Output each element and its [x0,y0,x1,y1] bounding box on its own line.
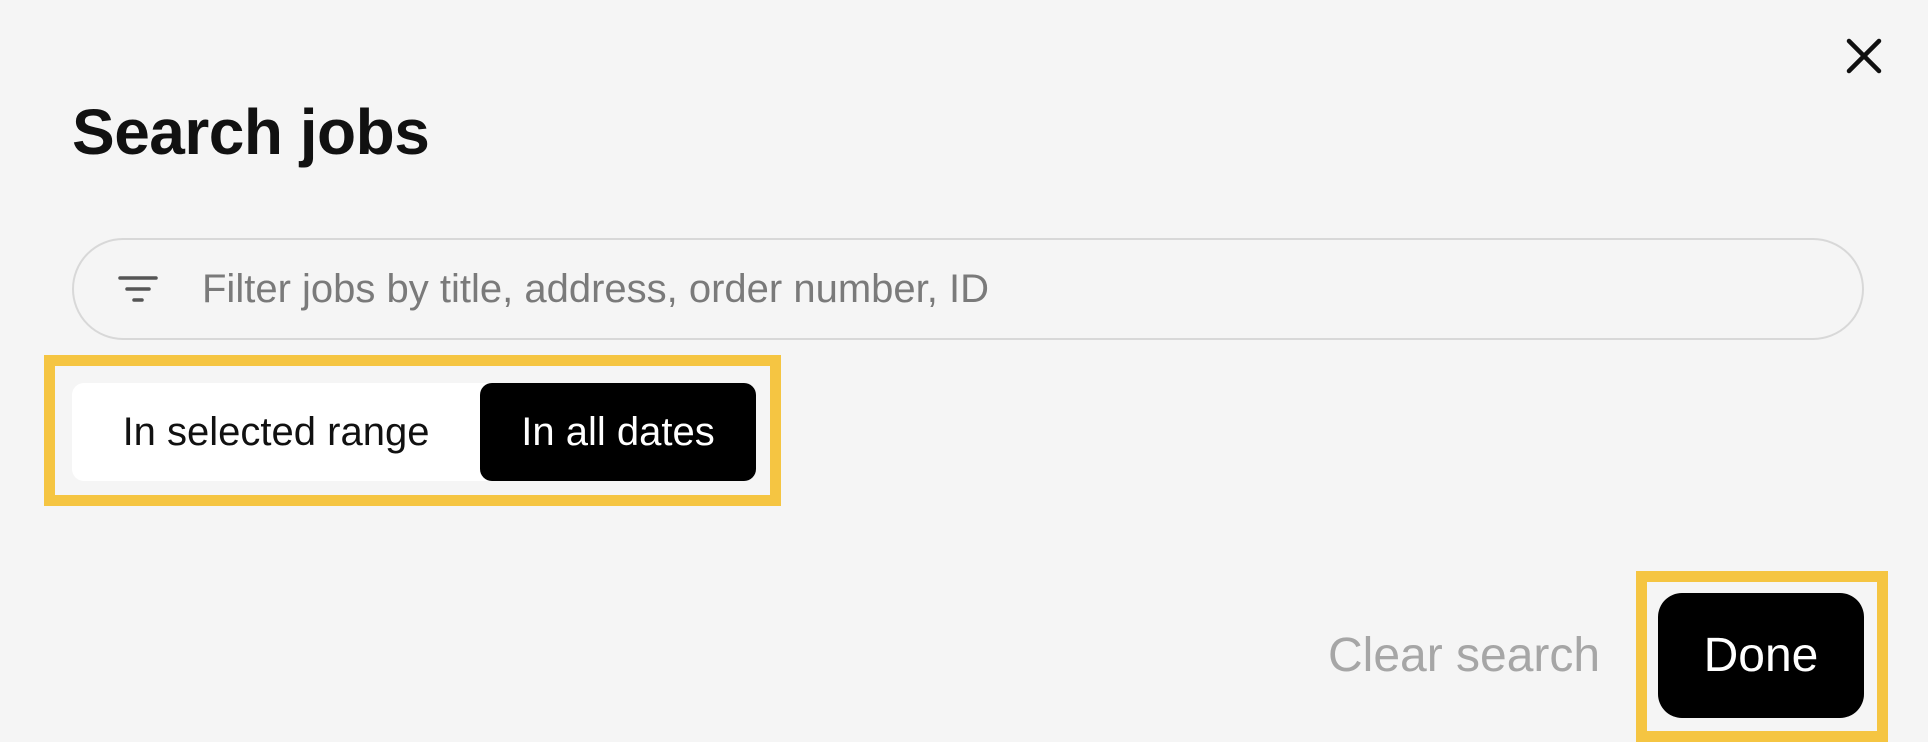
search-field[interactable] [72,238,1864,340]
close-button[interactable] [1840,32,1888,80]
done-button[interactable]: Done [1658,593,1864,718]
search-jobs-dialog: Search jobs In selected range In all dat… [0,0,1928,742]
search-input[interactable] [202,240,1822,338]
toggle-in-selected-range[interactable]: In selected range [72,383,480,481]
close-icon [1846,38,1882,74]
date-scope-toggle: In selected range In all dates [72,383,756,481]
dialog-title: Search jobs [72,96,430,168]
clear-search-button[interactable]: Clear search [1328,620,1600,692]
toggle-in-all-dates[interactable]: In all dates [480,383,756,481]
filter-icon [118,276,158,302]
